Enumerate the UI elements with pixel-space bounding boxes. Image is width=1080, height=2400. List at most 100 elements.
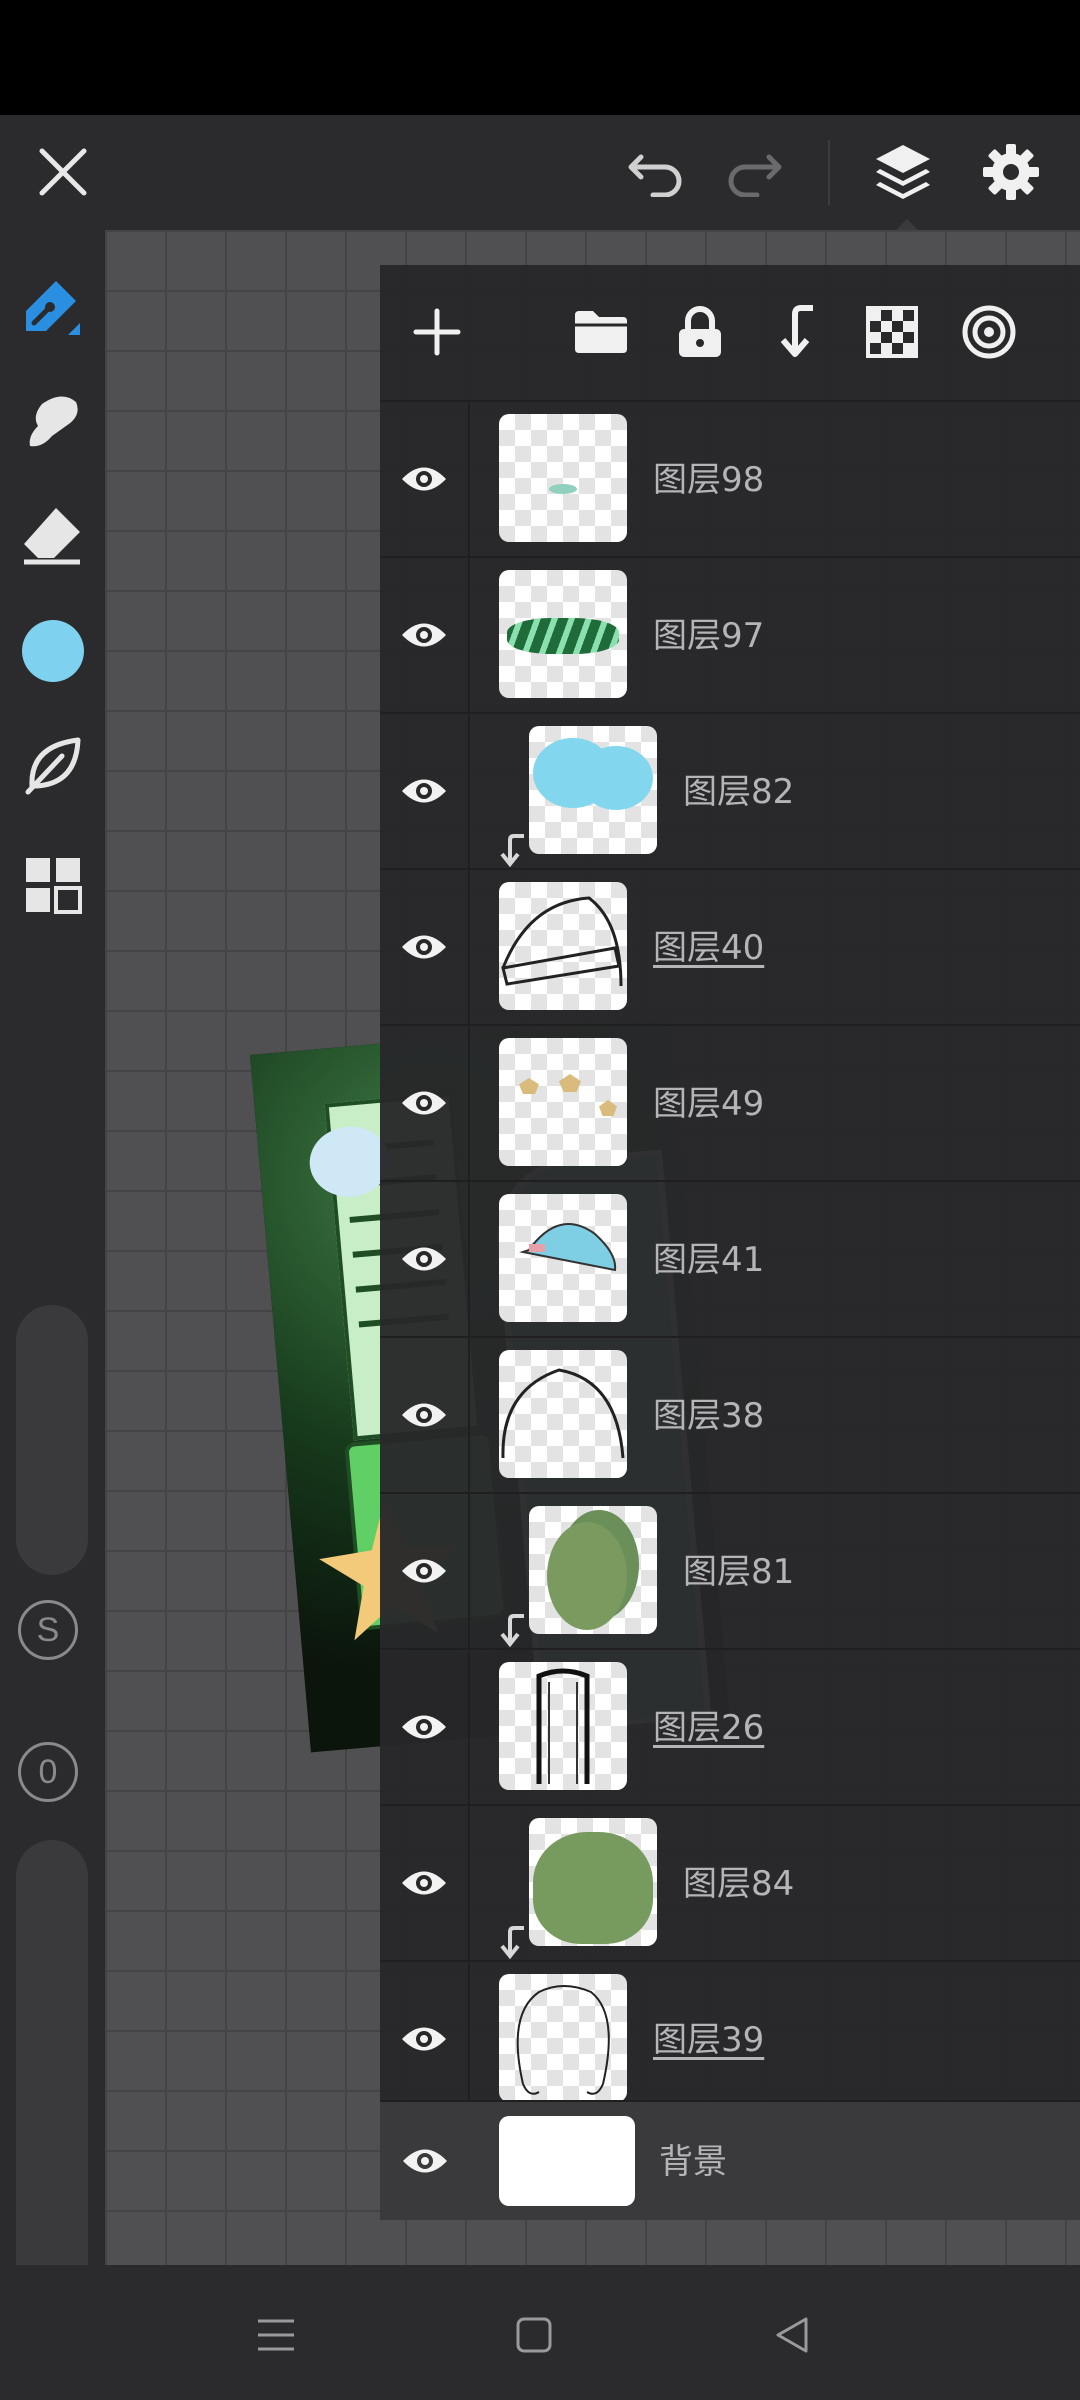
visibility-toggle[interactable] <box>380 1182 470 1336</box>
visibility-toggle[interactable] <box>380 2102 470 2220</box>
menu-grid-button[interactable] <box>10 842 95 927</box>
layer-name: 图层38 <box>653 1396 765 1436</box>
add-layer-icon <box>413 308 461 356</box>
layer-row[interactable]: 图层40 <box>380 868 1080 1024</box>
target-icon <box>962 305 1016 359</box>
color-swatch <box>21 619 84 682</box>
target-button[interactable] <box>944 287 1034 377</box>
eraser-tool-icon <box>23 507 80 564</box>
layer-row[interactable]: 图层41 <box>380 1180 1080 1336</box>
layer-name: 图层40 <box>653 928 765 968</box>
layer-name: 图层26 <box>653 1708 765 1748</box>
smudge-tool[interactable] <box>10 378 95 463</box>
eye-icon <box>402 1403 446 1427</box>
status-bar <box>0 0 1080 115</box>
layer-thumbnail <box>499 1662 627 1790</box>
close-button[interactable] <box>18 127 108 217</box>
gear-icon <box>983 144 1039 200</box>
settings-button[interactable] <box>966 127 1056 217</box>
pen-tool-icon <box>25 280 80 335</box>
layer-row[interactable]: 图层49 <box>380 1024 1080 1180</box>
background-thumbnail <box>499 2116 635 2206</box>
layer-row[interactable]: 图层98 <box>380 400 1080 556</box>
layer-row[interactable]: 图层81 <box>380 1492 1080 1648</box>
eye-icon <box>402 779 446 803</box>
layer-thumbnail <box>499 1194 627 1322</box>
layer-thumbnail <box>499 570 627 698</box>
layer-thumbnail <box>499 414 627 542</box>
undo-icon <box>628 154 682 197</box>
back-button[interactable] <box>752 2295 832 2375</box>
eraser-tool[interactable] <box>10 492 95 577</box>
visibility-toggle[interactable] <box>380 1494 470 1648</box>
layers-button[interactable] <box>858 127 948 217</box>
eye-icon <box>402 1871 446 1895</box>
undo-button[interactable] <box>612 127 702 217</box>
color-picker-button[interactable] <box>10 608 95 693</box>
opacity-badge: 0 <box>18 1742 78 1802</box>
layers-panel: 图层98 图层97 图层82 图层40 图层49 图层41 图层38 图层81 <box>380 265 1080 2220</box>
layer-name: 图层41 <box>653 1240 765 1280</box>
visibility-toggle[interactable] <box>380 1026 470 1180</box>
menu-icon <box>258 2319 294 2351</box>
folder-button[interactable] <box>556 287 646 377</box>
layer-row[interactable]: 图层97 <box>380 556 1080 712</box>
pen-tool[interactable] <box>10 265 95 350</box>
visibility-toggle[interactable] <box>380 558 470 712</box>
layer-thumbnail <box>529 1506 657 1634</box>
leaf-tool[interactable] <box>10 722 95 807</box>
layer-name: 图层97 <box>653 616 765 656</box>
redo-button[interactable] <box>708 127 798 217</box>
left-toolbar: S 0 <box>0 230 105 2340</box>
layer-row[interactable]: 图层84 <box>380 1804 1080 1960</box>
visibility-toggle[interactable] <box>380 1650 470 1804</box>
background-layer-row[interactable]: 背景 <box>380 2100 1080 2220</box>
home-icon <box>516 2317 552 2353</box>
back-icon <box>776 2317 808 2353</box>
layers-icon <box>876 145 930 199</box>
eye-icon <box>402 1559 446 1583</box>
toolbar-divider <box>828 140 830 205</box>
visibility-toggle[interactable] <box>380 1806 470 1960</box>
layer-thumbnail <box>499 1350 627 1478</box>
transparency-icon <box>866 306 918 358</box>
eye-icon <box>403 2149 447 2173</box>
clipping-arrow-icon <box>500 1614 524 1648</box>
layer-row[interactable]: 图层39 <box>380 1960 1080 2116</box>
top-toolbar <box>0 115 1080 233</box>
brush-size-slider[interactable] <box>16 1305 88 1575</box>
merge-down-button[interactable] <box>752 287 842 377</box>
layer-name: 图层39 <box>653 2020 765 2060</box>
add-layer-button[interactable] <box>392 287 482 377</box>
layer-row[interactable]: 图层82 <box>380 712 1080 868</box>
layer-name: 图层84 <box>683 1864 795 1904</box>
eye-icon <box>402 623 446 647</box>
eye-icon <box>402 467 446 491</box>
grid-menu-icon <box>25 857 82 914</box>
smudge-tool-icon <box>29 395 78 446</box>
visibility-toggle[interactable] <box>380 402 470 556</box>
lock-button[interactable] <box>655 287 745 377</box>
layer-name: 图层81 <box>683 1552 795 1592</box>
transparency-button[interactable] <box>847 287 937 377</box>
merge-down-icon <box>780 305 813 357</box>
layer-row[interactable]: 图层38 <box>380 1336 1080 1492</box>
menu-button[interactable] <box>236 2295 316 2375</box>
visibility-toggle[interactable] <box>380 870 470 1024</box>
layer-name: 图层49 <box>653 1084 765 1124</box>
visibility-toggle[interactable] <box>380 1338 470 1492</box>
layer-row[interactable]: 图层26 <box>380 1648 1080 1804</box>
visibility-toggle[interactable] <box>380 714 470 868</box>
layer-name: 背景 <box>659 2142 727 2182</box>
layer-name: 图层98 <box>653 460 765 500</box>
clipping-arrow-icon <box>500 834 524 868</box>
eye-icon <box>402 1091 446 1115</box>
eye-icon <box>402 1715 446 1739</box>
layer-name: 图层82 <box>683 772 795 812</box>
leaf-tool-icon <box>25 737 80 794</box>
home-button[interactable] <box>494 2295 574 2375</box>
layers-toolbar <box>380 265 1080 400</box>
visibility-toggle[interactable] <box>380 1962 470 2116</box>
lock-icon <box>679 306 721 357</box>
clipping-arrow-icon <box>500 1926 524 1960</box>
